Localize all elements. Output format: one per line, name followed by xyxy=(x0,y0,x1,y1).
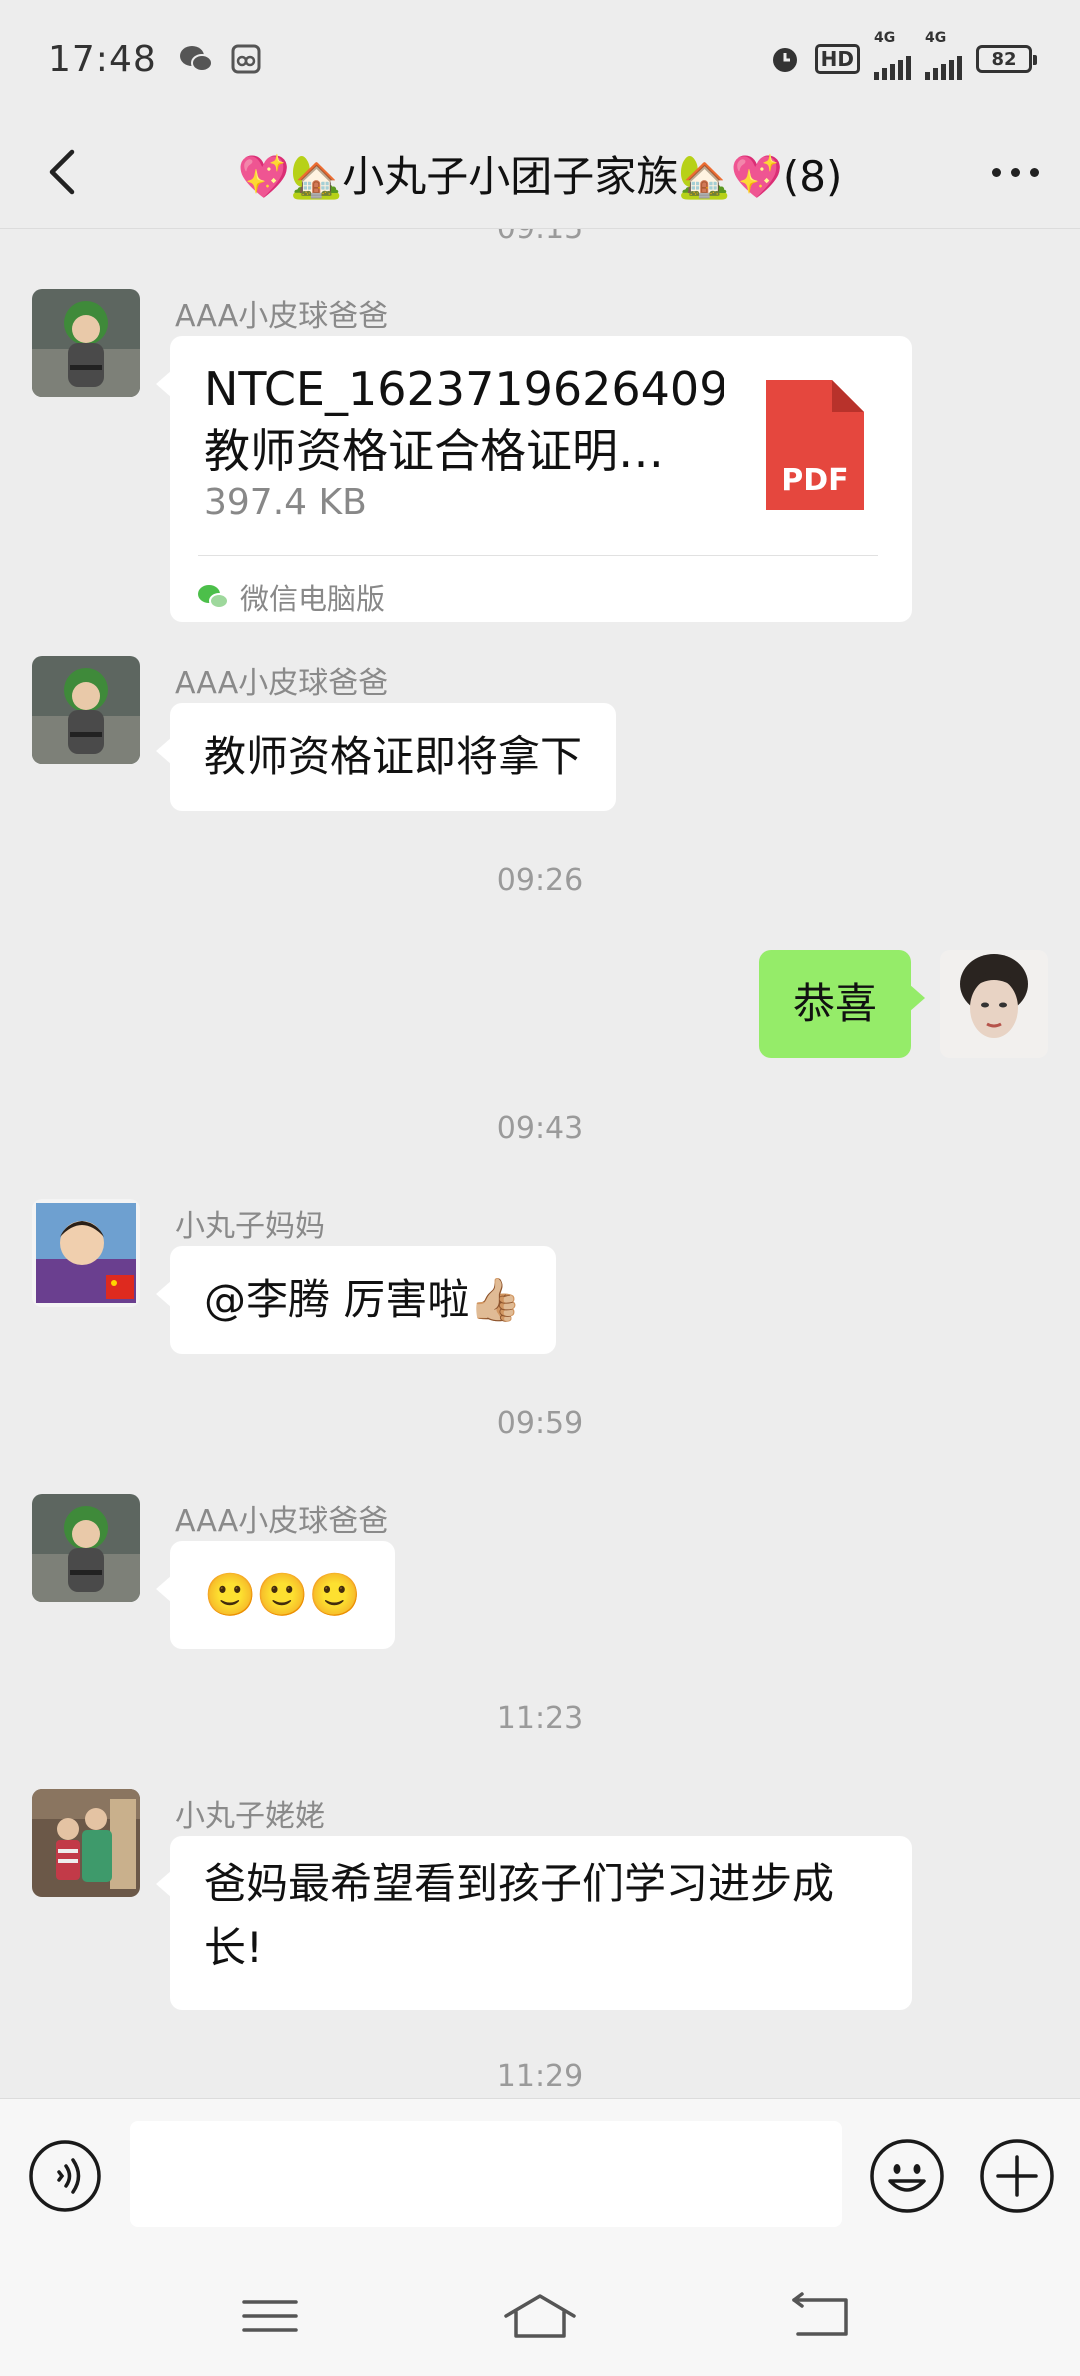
message-list[interactable]: 09:15 AAA小皮球爸爸 NTCE_1623719626409 教师资格证合… xyxy=(0,229,1080,2097)
status-bar: 17:48 HD 4G 4G 82 xyxy=(0,0,1080,118)
file-size: 397.4 KB xyxy=(204,482,367,523)
sender-name: AAA小皮球爸爸 xyxy=(175,666,389,701)
text-message[interactable]: 爸妈最希望看到孩子们学习进步成 长! xyxy=(156,1836,912,2010)
voice-icon[interactable] xyxy=(28,2139,102,2213)
sender-name: AAA小皮球爸爸 xyxy=(175,299,389,334)
network-2-label: 4G xyxy=(925,30,947,46)
input-bar xyxy=(0,2098,1080,2250)
wechat-notification-icon xyxy=(179,46,213,72)
message-line-1: 爸妈最希望看到孩子们学习进步成 xyxy=(204,1859,835,1908)
avatar-xiaopiqiu-dad[interactable] xyxy=(32,1494,140,1602)
file-message[interactable]: NTCE_1623719626409 教师资格证合格证明… 397.4 KB P… xyxy=(156,336,912,622)
text-message[interactable]: 教师资格证即将拿下 xyxy=(155,703,617,811)
network-1-label: 4G xyxy=(874,30,896,46)
file-source-label: 微信电脑版 xyxy=(240,582,386,616)
home-icon[interactable] xyxy=(500,2288,580,2344)
emoji-icon[interactable] xyxy=(868,2137,946,2215)
more-icon[interactable] xyxy=(980,142,1050,202)
wechat-icon xyxy=(198,585,229,609)
signal-2-icon: 4G xyxy=(925,30,962,80)
gallery-notification-icon xyxy=(231,44,261,74)
signal-1-icon: 4G xyxy=(874,30,911,80)
message-input[interactable] xyxy=(130,2121,842,2227)
avatar-self[interactable] xyxy=(940,950,1048,1058)
timestamp: 11:23 xyxy=(496,1701,584,1736)
text-message[interactable]: @李腾 厉害啦👍🏼 xyxy=(156,1246,556,1354)
pdf-label: PDF xyxy=(781,463,849,498)
message-line-2: 长! xyxy=(204,1923,263,1972)
timestamp: 09:15 xyxy=(0,229,1080,246)
file-name: NTCE_1623719626409 教师资格证合格证明… xyxy=(204,358,724,482)
timestamp: 11:29 xyxy=(496,2059,584,2094)
sender-name: 小丸子姥姥 xyxy=(175,1799,325,1834)
chat-header: 💖🏡小丸子小团子家族🏡💖(8) xyxy=(0,118,1080,228)
battery-icon: 82 xyxy=(976,45,1037,73)
hd-indicator: HD xyxy=(814,44,860,74)
chat-title: 💖🏡小丸子小团子家族🏡💖(8) xyxy=(237,151,843,201)
sender-name: AAA小皮球爸爸 xyxy=(175,1504,389,1539)
timestamp: 09:59 xyxy=(496,1406,584,1441)
file-name-line2: 教师资格证合格证明… xyxy=(204,424,664,478)
timestamp: 09:26 xyxy=(496,863,584,898)
sender-name: 小丸子妈妈 xyxy=(175,1209,325,1244)
avatar-xiaopiqiu-dad[interactable] xyxy=(32,289,140,397)
avatar-xiaowanzi-grandma[interactable] xyxy=(32,1789,140,1897)
menu-icon[interactable] xyxy=(230,2288,310,2344)
alarm-icon xyxy=(772,48,797,72)
avatar-xiaowanzi-mom[interactable] xyxy=(32,1199,140,1307)
file-name-line1: NTCE_1623719626409 xyxy=(204,362,724,416)
status-time: 17:48 xyxy=(48,38,157,80)
timestamp: 09:43 xyxy=(496,1111,584,1146)
back-arrow-icon[interactable] xyxy=(34,142,94,202)
avatar-xiaopiqiu-dad[interactable] xyxy=(32,656,140,764)
battery-level: 82 xyxy=(991,48,1017,70)
back-nav-icon[interactable] xyxy=(780,2288,860,2344)
file-source: 微信电脑版 xyxy=(196,576,385,618)
system-nav-bar xyxy=(0,2250,1080,2376)
self-text-message[interactable]: 恭喜 xyxy=(758,950,926,1058)
file-card-divider xyxy=(198,555,878,556)
emoji-message[interactable]: 🙂🙂🙂 xyxy=(156,1541,395,1649)
plus-icon[interactable] xyxy=(978,2137,1056,2215)
